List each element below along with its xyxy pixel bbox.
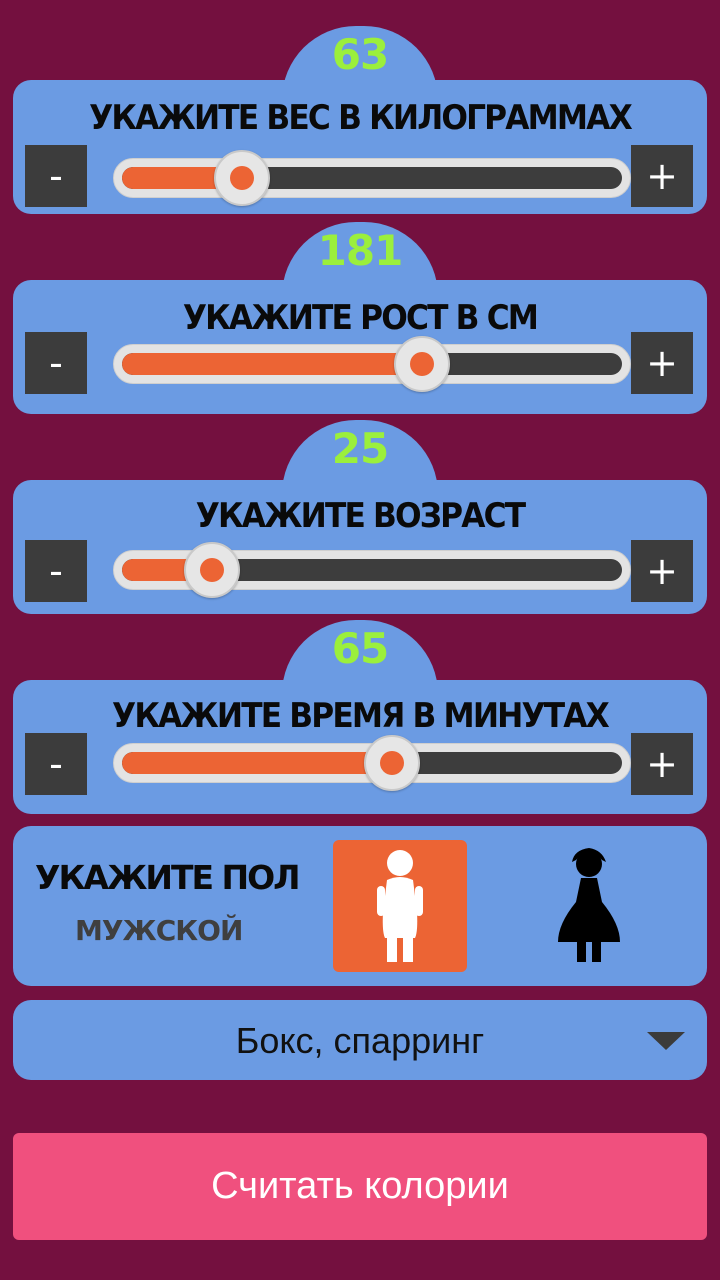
weight-slider[interactable]	[113, 150, 631, 206]
duration-minus-button[interactable]: -	[25, 733, 87, 795]
age-title: УКАЖИТЕ ВОЗРАСТ	[195, 496, 526, 536]
duration-value: 65	[331, 624, 389, 673]
gender-card: УКАЖИТЕ ПОЛ МУЖСКОЙ	[13, 826, 707, 986]
duration-title: УКАЖИТЕ ВРЕМЯ В МИНУТАХ	[112, 696, 610, 736]
weight-title: УКАЖИТЕ ВЕС В КИЛОГРАММАХ	[89, 98, 633, 138]
duration-slider[interactable]	[113, 735, 631, 791]
dropdown-arrow-icon	[647, 1032, 685, 1050]
age-card: УКАЖИТЕ ВОЗРАСТ - +	[13, 480, 707, 614]
height-value: 181	[317, 226, 404, 275]
calculate-button[interactable]: Считать колории	[13, 1133, 707, 1240]
male-person-icon	[377, 850, 423, 962]
height-plus-button[interactable]: +	[631, 332, 693, 394]
female-button[interactable]	[522, 840, 656, 972]
height-title: УКАЖИТЕ РОСТ В СМ	[182, 298, 539, 338]
duration-card: УКАЖИТЕ ВРЕМЯ В МИНУТАХ - +	[13, 680, 707, 814]
weight-slider-thumb[interactable]	[214, 150, 270, 206]
gender-selected-label: МУЖСКОЙ	[75, 914, 243, 947]
age-value: 25	[331, 424, 389, 473]
duration-slider-fill	[122, 752, 392, 774]
female-person-icon	[558, 848, 620, 962]
gender-title: УКАЖИТЕ ПОЛ	[35, 858, 301, 897]
height-minus-button[interactable]: -	[25, 332, 87, 394]
height-slider-thumb[interactable]	[394, 336, 450, 392]
age-slider-thumb[interactable]	[184, 542, 240, 598]
duration-plus-button[interactable]: +	[631, 733, 693, 795]
duration-slider-thumb[interactable]	[364, 735, 420, 791]
height-slider-fill	[122, 353, 422, 375]
height-slider[interactable]	[113, 336, 631, 392]
age-minus-button[interactable]: -	[25, 540, 87, 602]
weight-card: УКАЖИТЕ ВЕС В КИЛОГРАММАХ - +	[13, 80, 707, 214]
male-button[interactable]	[333, 840, 467, 972]
height-card: УКАЖИТЕ РОСТ В СМ - +	[13, 280, 707, 414]
weight-value: 63	[331, 30, 389, 79]
weight-minus-button[interactable]: -	[25, 145, 87, 207]
age-plus-button[interactable]: +	[631, 540, 693, 602]
age-slider[interactable]	[113, 542, 631, 598]
activity-dropdown[interactable]: Бокс, спарринг	[13, 1000, 707, 1080]
activity-selected: Бокс, спарринг	[235, 1020, 485, 1061]
weight-plus-button[interactable]: +	[631, 145, 693, 207]
